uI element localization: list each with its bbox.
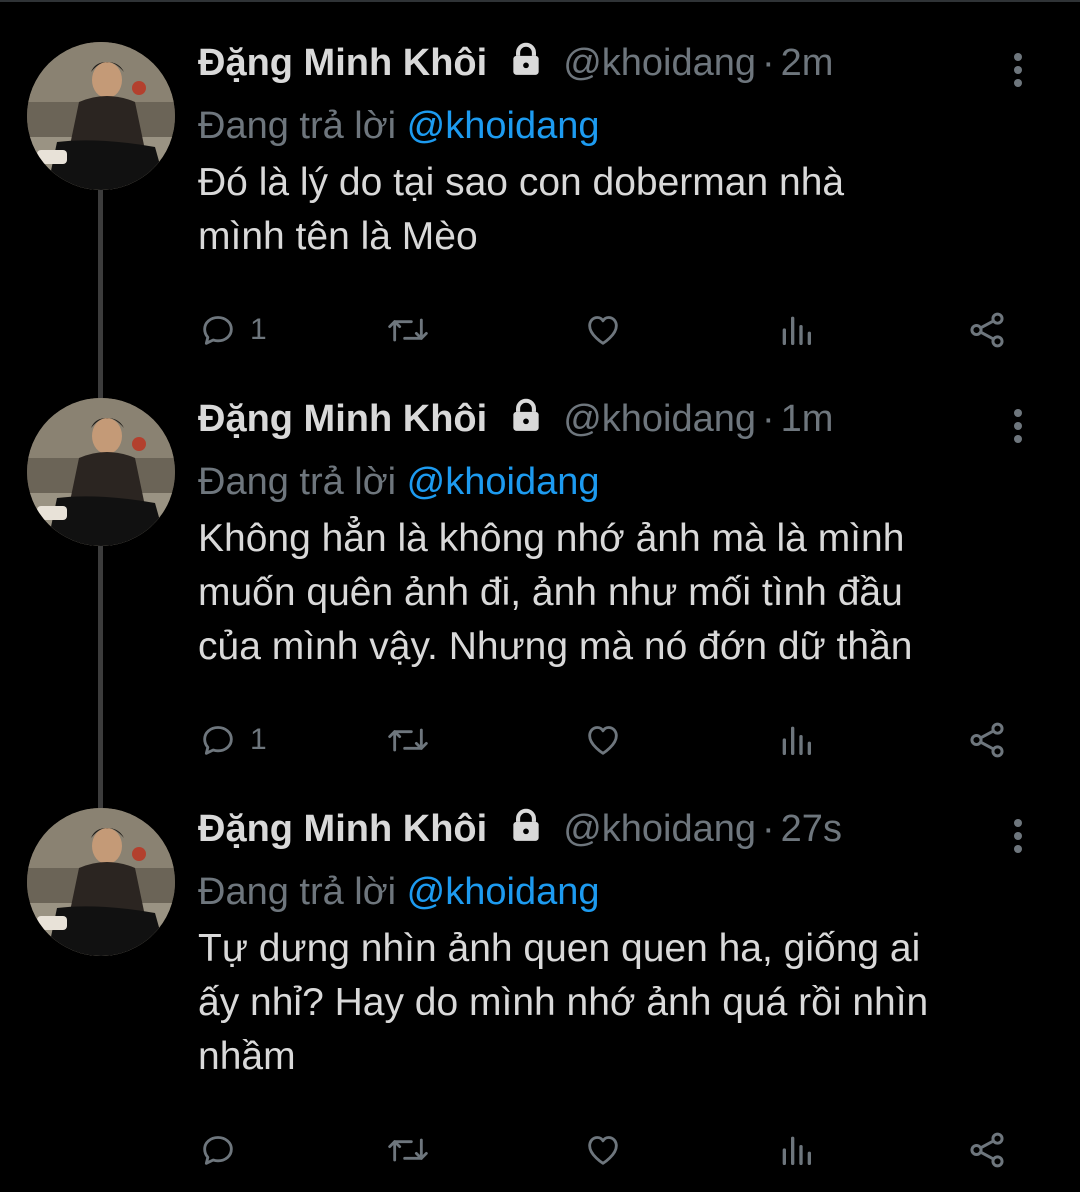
reply-icon <box>203 316 233 345</box>
reply-button[interactable]: 1 <box>198 300 267 360</box>
replying-to-label: Đang trả lời <box>198 105 407 147</box>
analytics-icon <box>782 1136 811 1165</box>
retweet-button[interactable] <box>386 1120 430 1180</box>
more-icon[interactable] <box>998 816 1038 856</box>
analytics-button[interactable] <box>776 300 816 360</box>
analytics-button[interactable] <box>776 1120 816 1180</box>
reply-button[interactable]: 1 <box>198 710 267 770</box>
reply-button[interactable] <box>198 1120 250 1180</box>
tweet-thread: Đặng Minh Khôi @khoidang · 2m Đang trả lời … <box>0 0 1080 1192</box>
avatar-photo <box>27 398 175 546</box>
replying-to: Đang trả lời @khoidang <box>198 98 1038 154</box>
replying-to: Đang trả lời @khoidang <box>198 864 1038 920</box>
retweet-icon <box>388 318 428 342</box>
thread-connector-line <box>98 190 103 402</box>
like-icon <box>588 726 618 755</box>
tweet-actions <box>198 1120 1028 1180</box>
replying-to: Đang trả lời @khoidang <box>198 454 1038 510</box>
avatar[interactable] <box>27 42 175 190</box>
avatar-photo <box>27 808 175 956</box>
author-handle[interactable]: @khoidang <box>563 42 756 84</box>
share-icon <box>970 312 1004 348</box>
reply-count: 1 <box>250 313 267 346</box>
author-name[interactable]: Đặng Minh Khôi <box>198 398 487 440</box>
like-icon <box>588 1136 618 1165</box>
like-icon <box>588 316 618 345</box>
retweet-button[interactable] <box>386 300 430 360</box>
replying-to-label: Đang trả lời <box>198 871 407 913</box>
reply-icon <box>203 1136 233 1165</box>
avatar-photo <box>27 42 175 190</box>
analytics-button[interactable] <box>776 710 816 770</box>
tweet-text: Đó là lý do tại sao con doberman nhà mìn… <box>198 161 845 258</box>
lock-icon <box>507 396 545 439</box>
retweet-button[interactable] <box>386 710 430 770</box>
share-icon <box>970 1132 1004 1168</box>
author-name[interactable]: Đặng Minh Khôi <box>198 808 487 850</box>
avatar[interactable] <box>27 808 175 956</box>
reply-mention-link[interactable]: @khoidang <box>407 871 600 913</box>
like-button[interactable] <box>582 1120 624 1180</box>
tweet-timestamp[interactable]: 27s <box>781 808 842 850</box>
reply-icon <box>203 726 233 755</box>
lock-icon <box>507 806 545 849</box>
tweet-text: Không hẳn là không nhớ ảnh mà là mình mu… <box>198 517 913 668</box>
separator-dot: · <box>762 398 775 440</box>
author-name[interactable]: Đặng Minh Khôi <box>198 42 487 84</box>
reply-mention-link[interactable]: @khoidang <box>407 461 600 503</box>
separator-dot: · <box>762 808 775 850</box>
reply-mention-link[interactable]: @khoidang <box>407 105 600 147</box>
separator-dot: · <box>762 42 775 84</box>
tweet-actions: 1 <box>198 710 1028 770</box>
author-handle[interactable]: @khoidang <box>563 398 756 440</box>
tweet-timestamp[interactable]: 2m <box>781 42 834 84</box>
share-button[interactable] <box>966 710 1008 770</box>
like-button[interactable] <box>582 300 624 360</box>
more-icon[interactable] <box>998 406 1038 446</box>
retweet-icon <box>388 728 428 752</box>
like-button[interactable] <box>582 710 624 770</box>
tweet-timestamp[interactable]: 1m <box>781 398 834 440</box>
share-button[interactable] <box>966 1120 1008 1180</box>
more-icon[interactable] <box>998 50 1038 90</box>
thread-connector-line <box>98 546 103 810</box>
author-handle[interactable]: @khoidang <box>563 808 756 850</box>
avatar[interactable] <box>27 398 175 546</box>
share-button[interactable] <box>966 300 1008 360</box>
analytics-icon <box>782 316 811 345</box>
replying-to-label: Đang trả lời <box>198 461 407 503</box>
analytics-icon <box>782 726 811 755</box>
reply-count: 1 <box>250 723 267 756</box>
lock-icon <box>507 40 545 83</box>
tweet-text: Tự dưng nhìn ảnh quen quen ha, giống ai … <box>198 927 929 1078</box>
retweet-icon <box>388 1138 428 1162</box>
share-icon <box>970 722 1004 758</box>
tweet-actions: 1 <box>198 300 1028 360</box>
